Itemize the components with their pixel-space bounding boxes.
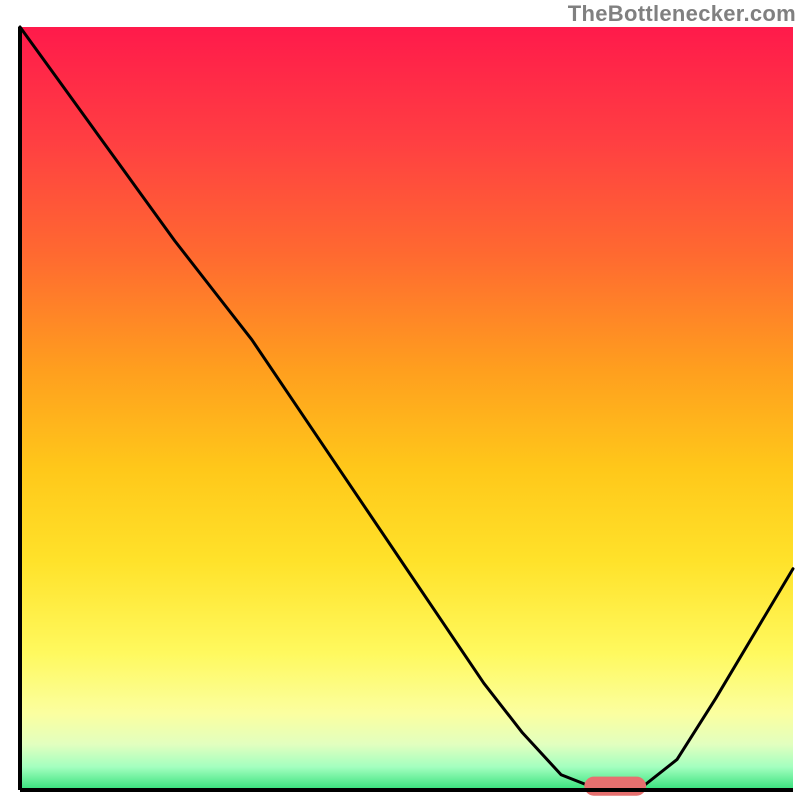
plot-background [20,27,793,790]
sweet-spot-marker [584,777,646,796]
bottleneck-chart-svg [0,0,800,800]
chart-container: TheBottlenecker.com [0,0,800,800]
